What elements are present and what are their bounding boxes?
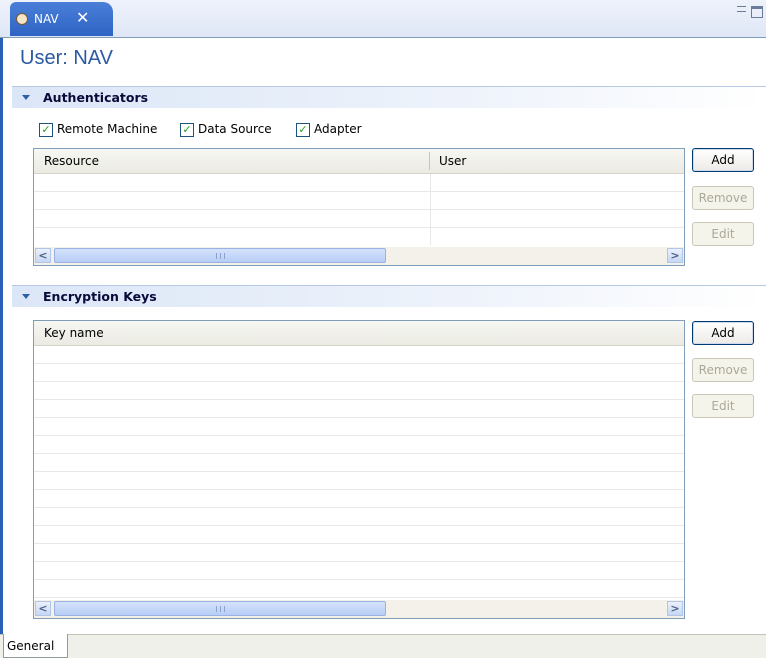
scroll-thumb[interactable] [54,248,386,263]
grip-icon [216,606,225,612]
encryption-keys-section-header[interactable]: Encryption Keys [12,285,766,307]
horizontal-scrollbar[interactable]: < > [34,247,684,265]
table-row[interactable] [34,579,684,580]
editor-tab-nav[interactable]: NAV ✕ [10,2,113,36]
checkbox-label: Remote Machine [57,122,158,136]
table-row[interactable] [34,399,684,400]
table-row[interactable] [34,209,684,210]
page-tab-bar [0,634,766,658]
scroll-right-icon[interactable]: > [667,601,683,616]
encryption-keys-remove-button[interactable]: Remove [692,358,754,382]
table-row[interactable] [34,471,684,472]
minimize-icon[interactable] [737,6,746,12]
column-header-resource[interactable]: Resource [44,154,99,168]
table-row[interactable] [34,191,684,192]
checkbox-label: Adapter [314,122,362,136]
window-controls [737,4,765,18]
checkbox-box[interactable]: ✓ [39,123,53,137]
table-row[interactable] [34,525,684,526]
horizontal-scrollbar[interactable]: < > [34,600,684,618]
table-row[interactable] [34,453,684,454]
column-header-key-name[interactable]: Key name [44,326,104,340]
authenticators-edit-button[interactable]: Edit [692,222,754,246]
section-title: Authenticators [43,90,149,105]
table-row[interactable] [34,381,684,382]
encryption-keys-add-button[interactable]: Add [692,321,754,345]
checkbox-label: Data Source [198,122,272,136]
column-divider [430,174,431,245]
close-icon[interactable]: ✕ [76,8,89,27]
authenticators-add-button[interactable]: Add [692,148,754,172]
section-title: Encryption Keys [43,289,157,304]
column-separator[interactable] [429,152,430,170]
encryption-keys-edit-button[interactable]: Edit [692,394,754,418]
table-row[interactable] [34,227,684,228]
table-header: Key name [34,321,684,346]
table-row[interactable] [34,561,684,562]
authenticators-table[interactable]: Resource User < > [33,148,685,266]
checkbox-box[interactable]: ✓ [296,123,310,137]
table-row[interactable] [34,597,684,598]
table-row[interactable] [34,543,684,544]
authenticators-section-header[interactable]: Authenticators [12,86,766,108]
maximize-icon[interactable] [751,6,763,18]
scroll-right-icon[interactable]: > [667,248,683,263]
table-row[interactable] [34,363,684,364]
scroll-left-icon[interactable]: < [35,601,51,616]
encryption-keys-table[interactable]: Key name < > [33,320,685,619]
table-header: Resource User [34,149,684,174]
authenticators-remove-button[interactable]: Remove [692,186,754,210]
table-row[interactable] [34,435,684,436]
table-row[interactable] [34,417,684,418]
editor-tab-label: NAV [34,12,59,26]
tab-general[interactable]: General [3,634,68,658]
checkbox-box[interactable]: ✓ [180,123,194,137]
page-title: User: NAV [20,47,113,69]
grip-icon [216,253,225,259]
table-row[interactable] [34,507,684,508]
table-row[interactable] [34,489,684,490]
collapse-triangle-icon[interactable] [22,294,30,299]
collapse-triangle-icon[interactable] [22,95,30,100]
scroll-thumb[interactable] [54,601,386,616]
user-icon [16,13,28,25]
column-header-user[interactable]: User [439,154,466,168]
scroll-left-icon[interactable]: < [35,248,51,263]
editor-left-border [0,38,3,634]
editor-tab-strip: NAV ✕ [0,0,766,38]
